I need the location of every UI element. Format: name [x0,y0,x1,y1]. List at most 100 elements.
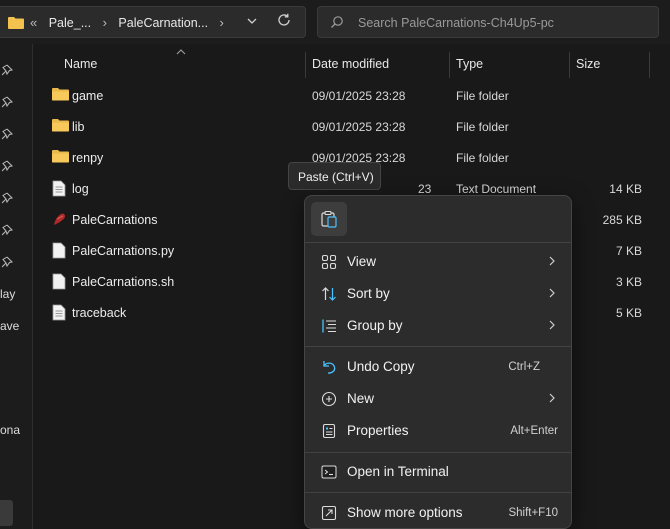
navigation-pane: lay ave ona [0,44,33,529]
file-size: 14 KB [609,182,642,196]
menu-item-label: Group by [347,318,403,333]
sort-ascending-icon [176,47,186,58]
file-row[interactable]: lib 09/01/2025 23:28 File folder [40,111,660,142]
menu-item-label: Open in Terminal [347,464,449,479]
column-header-type[interactable]: Type [456,57,483,71]
file-name: PaleCarnations [72,213,158,227]
terminal-icon [321,464,337,480]
menu-item-undo-copy[interactable]: Undo Copy Ctrl+Z [310,351,568,383]
file-icon [52,273,66,293]
folder-icon [52,87,69,104]
pin-icon [1,224,14,236]
menu-item-shortcut: Ctrl+Z [508,361,540,373]
file-size: 3 KB [615,275,642,289]
breadcrumb-item-palecarnations[interactable]: PaleCarnation... [118,16,208,30]
chevron-right-icon [548,254,556,271]
menu-separator [305,242,571,243]
file-type: Text Document [456,182,537,196]
column-header-date[interactable]: Date modified [312,57,389,71]
chevron-right-icon [548,391,556,408]
menu-item-label: View [347,254,377,269]
breadcrumb-item-pale[interactable]: Pale_... [49,16,91,30]
folder-icon [52,149,69,166]
column-header-name[interactable]: Name [64,57,97,71]
pin-icon [1,64,14,76]
menu-separator [305,346,571,347]
menu-item-label: Sort by [347,286,390,301]
column-divider[interactable] [569,52,570,78]
group-by-icon [321,318,337,334]
paste-tooltip: Paste (Ctrl+V) [288,162,381,190]
address-bar[interactable]: « Pale_... › PaleCarnation... › [0,6,306,38]
context-menu: View Sort by Group by Undo Copy Ctrl+Z N… [304,195,572,529]
file-icon [52,242,66,262]
menu-item-shortcut: Shift+F10 [508,507,558,519]
search-icon [330,15,344,32]
breadcrumb-separator-icon[interactable]: › [103,15,107,30]
file-row[interactable]: game 09/01/2025 23:28 File folder [40,80,660,111]
file-name: log [72,182,89,196]
pin-icon [1,128,14,140]
pin-icon [1,96,14,108]
file-date: 09/01/2025 23:28 [312,120,406,134]
text-file-icon [52,304,66,324]
column-divider[interactable] [649,52,650,78]
breadcrumb-overflow[interactable]: « [30,15,37,30]
folder-icon [8,16,24,32]
undo-icon [321,359,337,375]
nav-item-truncated[interactable]: ave [0,319,19,333]
menu-item-label: Undo Copy [347,359,415,374]
menu-item-view[interactable]: View [310,246,568,278]
column-divider[interactable] [305,52,306,78]
menu-item-label: New [347,391,375,406]
nav-item-truncated[interactable]: ona [0,423,20,437]
refresh-icon[interactable] [276,12,292,33]
nav-selected-item[interactable] [0,500,13,526]
file-date: 23 [418,182,432,196]
file-type: File folder [456,89,509,103]
folder-icon [52,118,69,135]
sort-icon [321,286,337,302]
new-icon [321,391,337,407]
file-name: renpy [72,151,104,165]
breadcrumb-separator-icon[interactable]: › [220,15,224,30]
paste-icon [321,210,337,228]
menu-item-shortcut: Alt+Enter [510,425,558,437]
pin-icon [1,256,14,268]
chevron-down-icon[interactable] [246,15,258,30]
properties-icon [321,423,337,439]
menu-separator [305,452,571,453]
menu-item-label: Show more options [347,505,463,520]
column-divider[interactable] [449,52,450,78]
file-name: traceback [72,306,127,320]
file-size: 7 KB [615,244,642,258]
menu-separator [305,492,571,493]
menu-item-label: Properties [347,423,409,438]
menu-item-new[interactable]: New [310,383,568,415]
file-name: PaleCarnations.py [72,244,175,258]
file-type: File folder [456,151,509,165]
grid-view-icon [321,254,337,270]
column-header-size[interactable]: Size [576,57,600,71]
nav-item-truncated[interactable]: lay [0,287,15,301]
menu-item-properties[interactable]: Properties Alt+Enter [310,415,568,447]
menu-item-open-in-terminal[interactable]: Open in Terminal [310,456,568,488]
menu-item-show-more-options[interactable]: Show more options Shift+F10 [310,497,568,529]
search-box[interactable]: Search PaleCarnations-Ch4Up5-pc [317,6,659,38]
file-size: 285 KB [602,213,642,227]
address-toolbar: « Pale_... › PaleCarnation... › Search P… [0,0,670,44]
file-name: lib [72,120,85,134]
menu-item-sort-by[interactable]: Sort by [310,278,568,310]
chevron-right-icon [548,318,556,335]
file-name: game [72,89,104,103]
app-icon [52,211,68,230]
pin-icon [1,192,14,204]
file-type: File folder [456,120,509,134]
text-file-icon [52,180,66,200]
file-name: PaleCarnations.sh [72,275,175,289]
search-placeholder: Search PaleCarnations-Ch4Up5-pc [358,16,554,30]
file-size: 5 KB [615,306,642,320]
more-options-icon [321,505,337,521]
menu-item-group-by[interactable]: Group by [310,310,568,342]
paste-button[interactable] [311,202,347,236]
